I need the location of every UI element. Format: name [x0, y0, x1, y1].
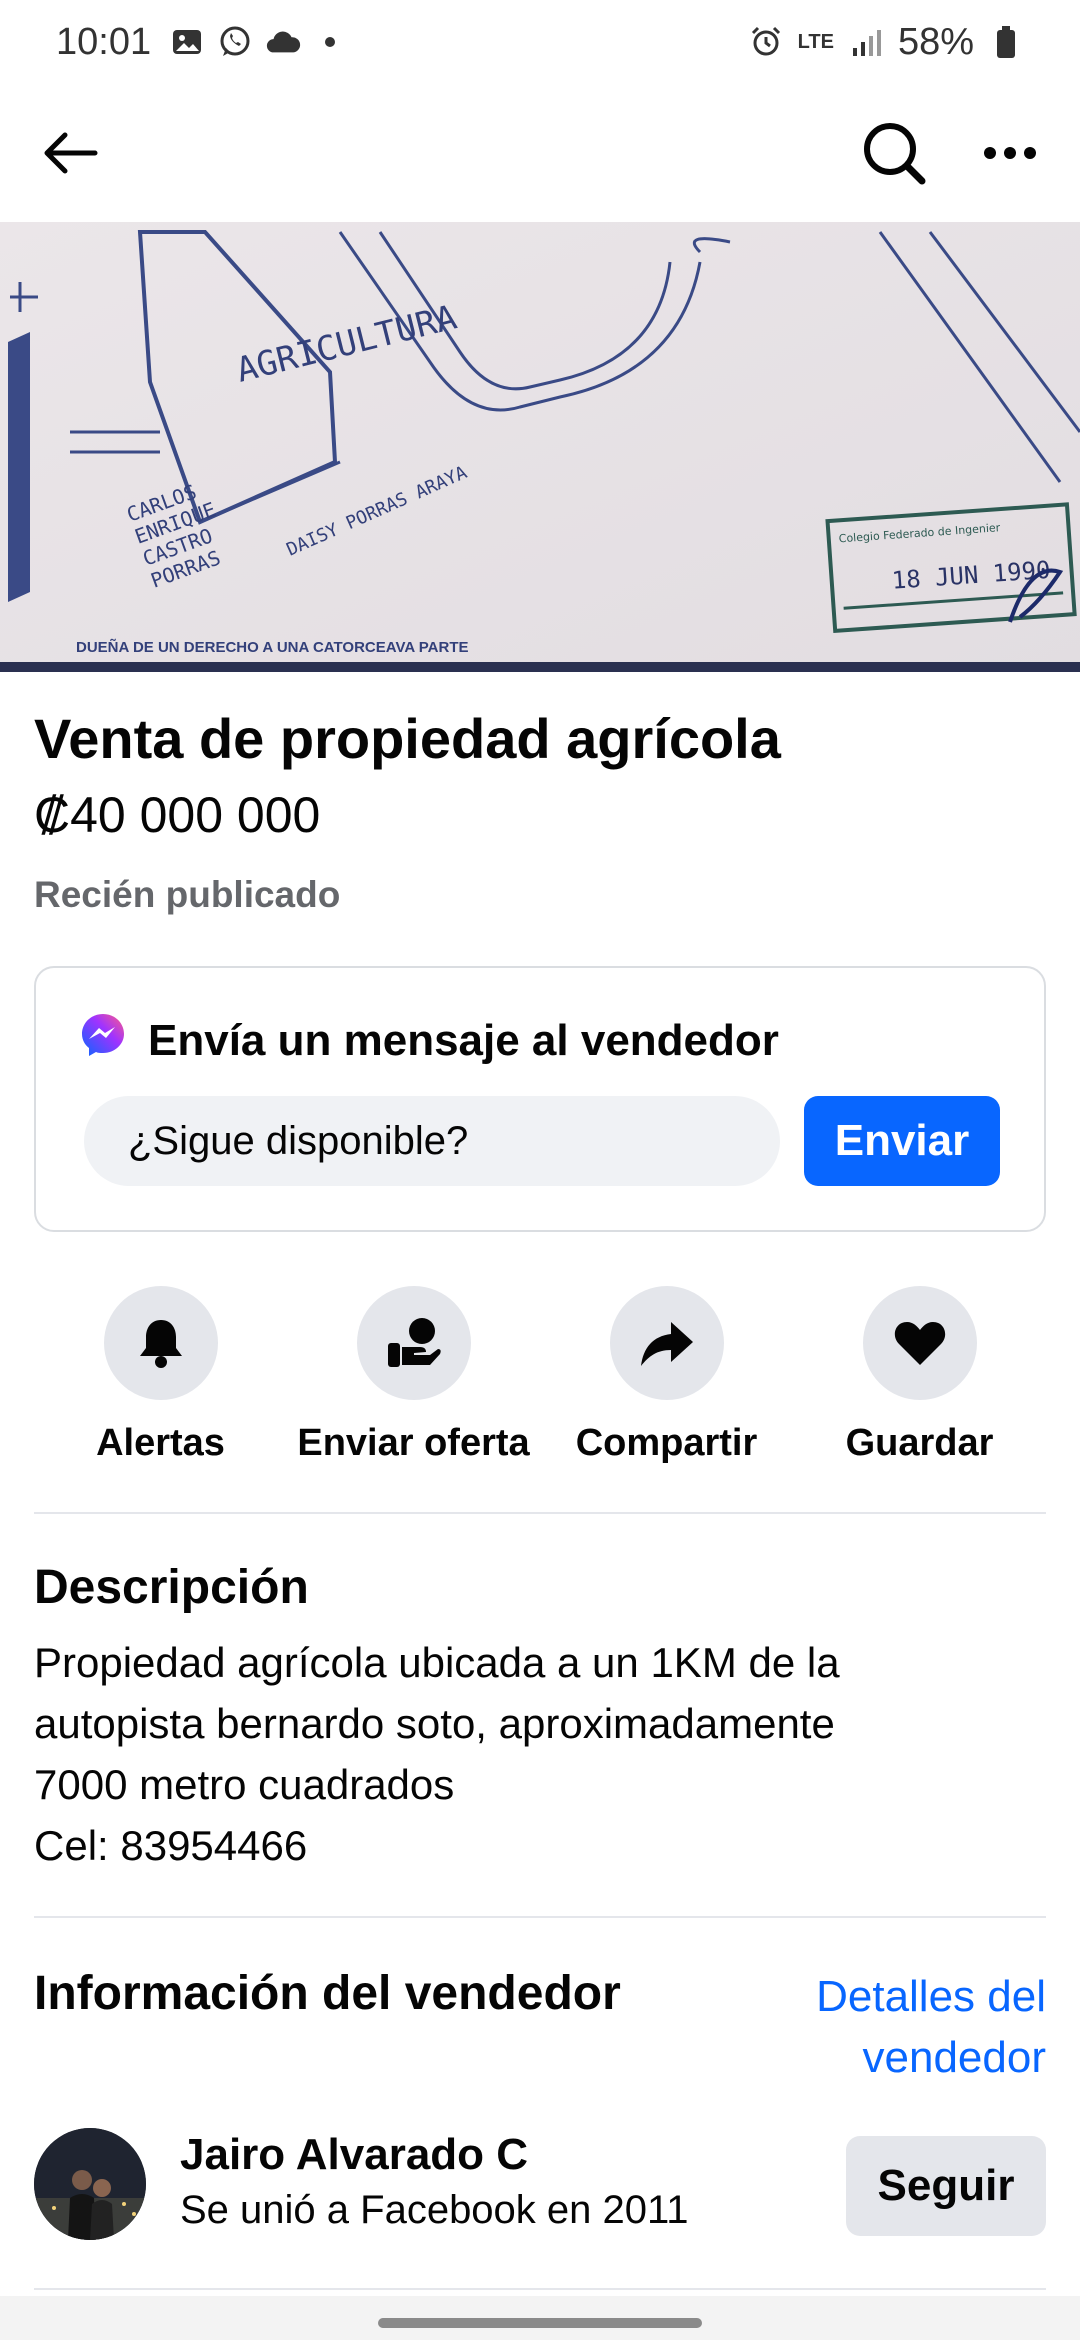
message-input[interactable]: ¿Sigue disponible?: [84, 1096, 780, 1186]
more-horizontal-icon: [984, 147, 1036, 159]
status-bar: 10:01 LTE 58%: [0, 0, 1080, 84]
description-line: Propiedad agrícola ubicada a un 1KM de l…: [34, 1639, 840, 1686]
more-options-button[interactable]: [974, 117, 1046, 189]
listing-photo[interactable]: AGRICULTURA CARLOS ENRIQUE CASTRO PORRAS…: [0, 222, 1080, 672]
share-label: Compartir: [575, 1422, 758, 1464]
messenger-icon: [80, 1012, 126, 1069]
seller-details-link[interactable]: Detalles del vendedor: [746, 1966, 1046, 2088]
listing-actions: Alertas Enviar oferta Compartir Guardar: [34, 1286, 1046, 1466]
search-button[interactable]: [858, 117, 930, 189]
status-time: 10:01: [56, 20, 152, 63]
seller-row: Jairo Alvarado C Se unió a Facebook en 2…: [34, 2128, 1046, 2244]
description-line: autopista bernardo soto, aproximadamente: [34, 1700, 835, 1747]
system-nav-bar: [0, 2296, 1080, 2340]
alarm-icon: [748, 24, 784, 60]
share-arrow-icon: [640, 1322, 693, 1366]
whatsapp-icon: [217, 24, 253, 60]
description-heading: Descripción: [34, 1561, 309, 1614]
seller-details-link-line[interactable]: Detalles del: [746, 1966, 1046, 2027]
back-button[interactable]: [34, 118, 104, 188]
app-header: [0, 84, 1080, 222]
seller-details-link-line[interactable]: vendedor: [746, 2027, 1046, 2088]
battery-icon: [988, 24, 1024, 60]
listing-price: ₡40 000 000: [34, 787, 321, 843]
message-seller-card: Envía un mensaje al vendedor ¿Sigue disp…: [34, 966, 1046, 1232]
listing-title: Venta de propiedad agrícola: [34, 707, 781, 770]
seller-info-heading: Información del vendedor: [34, 1967, 621, 2020]
alerts-action[interactable]: Alertas: [34, 1286, 287, 1466]
avatar[interactable]: [34, 2128, 146, 2240]
divider: [34, 1916, 1046, 1918]
home-gesture-handle[interactable]: [378, 2318, 702, 2328]
seller-joined: Se unió a Facebook en 2011: [180, 2188, 689, 2232]
share-button[interactable]: [609, 1286, 724, 1400]
description-text: Propiedad agrícola ubicada a un 1KM de l…: [34, 1632, 1034, 1876]
survey-plan-image: AGRICULTURA CARLOS ENRIQUE CASTRO PORRAS…: [0, 222, 1080, 672]
bell-icon: [139, 1320, 182, 1368]
offer-action[interactable]: Enviar oferta: [287, 1286, 540, 1466]
seller-name[interactable]: Jairo Alvarado C: [180, 2130, 528, 2180]
alerts-label: Alertas: [96, 1422, 225, 1464]
notification-icons: [169, 24, 336, 60]
more-notifications-dot: [325, 37, 336, 47]
arrow-left-icon: [44, 132, 98, 174]
plan-bottom-note: DUEÑA DE UN DERECHO A UNA CATORCEAVA PAR…: [76, 638, 469, 656]
save-button[interactable]: [862, 1286, 977, 1400]
offer-hand-icon: [387, 1318, 441, 1367]
save-action[interactable]: Guardar: [793, 1286, 1046, 1466]
listing-posted-time: Recién publicado: [34, 874, 341, 915]
battery-percent: 58%: [897, 20, 974, 63]
network-type: LTE: [797, 31, 834, 53]
send-offer-button[interactable]: [356, 1286, 471, 1400]
share-action[interactable]: Compartir: [540, 1286, 793, 1466]
send-offer-label: Enviar oferta: [297, 1422, 530, 1464]
description-line: 7000 metro cuadrados: [34, 1761, 455, 1808]
divider: [34, 1512, 1046, 1514]
search-icon: [864, 123, 926, 185]
signal-icon: [848, 24, 884, 60]
cloud-icon: [265, 24, 301, 60]
heart-icon: [894, 1322, 945, 1365]
description-phone: Cel: 83954466: [34, 1822, 308, 1869]
send-button[interactable]: Enviar: [804, 1096, 1000, 1186]
divider: [34, 2288, 1046, 2290]
alerts-button[interactable]: [103, 1286, 218, 1400]
message-heading: Envía un mensaje al vendedor: [148, 1015, 779, 1065]
gallery-icon: [169, 24, 205, 60]
follow-button[interactable]: Seguir: [846, 2136, 1046, 2236]
save-label: Guardar: [845, 1422, 994, 1464]
